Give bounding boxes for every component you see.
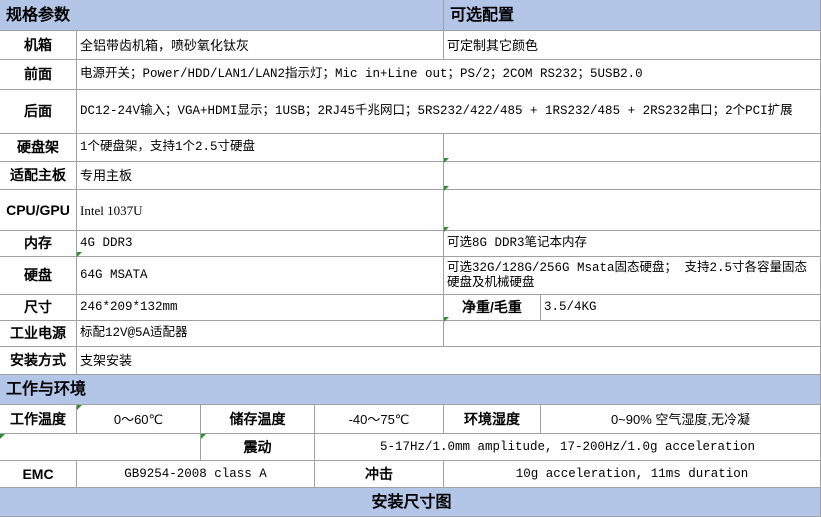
row-label-storage: 硬盘 xyxy=(0,257,77,295)
cell-marker xyxy=(201,434,206,439)
size-value: 246*209*132mm xyxy=(77,295,444,321)
cell-marker xyxy=(444,317,449,322)
env-header: 工作与环境 xyxy=(0,375,821,405)
row-option-memory: 可选8G DDR3笔记本内存 xyxy=(444,231,821,257)
power-value: 标配12V@5A适配器 xyxy=(77,321,444,347)
weight-label: 净重/毛重 xyxy=(444,295,541,321)
row-option-cpu xyxy=(444,190,821,231)
emc-label: EMC xyxy=(0,461,77,488)
row-spec-front: 电源开关；Power/HDD/LAN1/LAN2指示灯；Mic in+Line … xyxy=(77,60,821,90)
cell-marker xyxy=(444,227,449,232)
row-spec-memory: 4G DDR3 xyxy=(77,231,444,257)
row-option-drive-bay xyxy=(444,134,821,162)
emc-value: GB9254-2008 class A xyxy=(77,461,315,488)
shock-value: 10g acceleration, 11ms duration xyxy=(444,461,821,488)
power-option xyxy=(444,321,821,347)
row-spec-storage: 64G MSATA xyxy=(77,257,444,295)
cell-marker xyxy=(444,158,449,163)
humidity-value: 0~90% 空气湿度,无冷凝 xyxy=(541,405,821,434)
mount-value: 支架安装 xyxy=(77,347,821,375)
humidity-label: 环境湿度 xyxy=(444,405,541,434)
row-label-drive-bay: 硬盘架 xyxy=(0,134,77,162)
row-label-cpu: CPU/GPU xyxy=(0,190,77,231)
row-option-chassis: 可定制其它颜色 xyxy=(444,31,821,60)
vibration-blank xyxy=(0,434,201,461)
row-label-chassis: 机箱 xyxy=(0,31,77,60)
install-header: 安装尺寸图 xyxy=(0,488,821,517)
row-spec-cpu: Intel 1037U xyxy=(77,190,444,231)
row-label-memory: 内存 xyxy=(0,231,77,257)
vibration-label: 震动 xyxy=(201,434,315,461)
options-header: 可选配置 xyxy=(444,0,821,31)
vibration-value: 5-17Hz/1.0mm amplitude, 17-200Hz/1.0g ac… xyxy=(315,434,821,461)
cell-marker xyxy=(77,405,82,410)
store-temp-label: 储存温度 xyxy=(201,405,315,434)
cell-marker xyxy=(444,186,449,191)
row-spec-rear: DC12-24V输入；VGA+HDMI显示；1USB；2RJ45千兆网口；5RS… xyxy=(77,90,821,134)
spec-header: 规格参数 xyxy=(0,0,444,31)
weight-value: 3.5/4KG xyxy=(541,295,821,321)
size-label: 尺寸 xyxy=(0,295,77,321)
row-spec-chassis: 全铝带齿机箱，喷砂氧化钛灰 xyxy=(77,31,444,60)
work-temp-label: 工作温度 xyxy=(0,405,77,434)
store-temp-value: -40～75℃ xyxy=(315,405,444,434)
row-label-motherboard: 适配主板 xyxy=(0,162,77,190)
work-temp-value: 0～60℃ xyxy=(77,405,201,434)
row-spec-drive-bay: 1个硬盘架，支持1个2.5寸硬盘 xyxy=(77,134,444,162)
row-label-rear: 后面 xyxy=(0,90,77,134)
cell-marker xyxy=(77,252,82,257)
row-label-front: 前面 xyxy=(0,60,77,90)
shock-label: 冲击 xyxy=(315,461,444,488)
mount-label: 安装方式 xyxy=(0,347,77,375)
cell-marker xyxy=(0,434,5,439)
power-label: 工业电源 xyxy=(0,321,77,347)
row-option-storage: 可选32G/128G/256G Msata固态硬盘； 支持2.5寸各容量固态硬盘… xyxy=(444,257,821,295)
row-option-motherboard xyxy=(444,162,821,190)
row-spec-motherboard: 专用主板 xyxy=(77,162,444,190)
